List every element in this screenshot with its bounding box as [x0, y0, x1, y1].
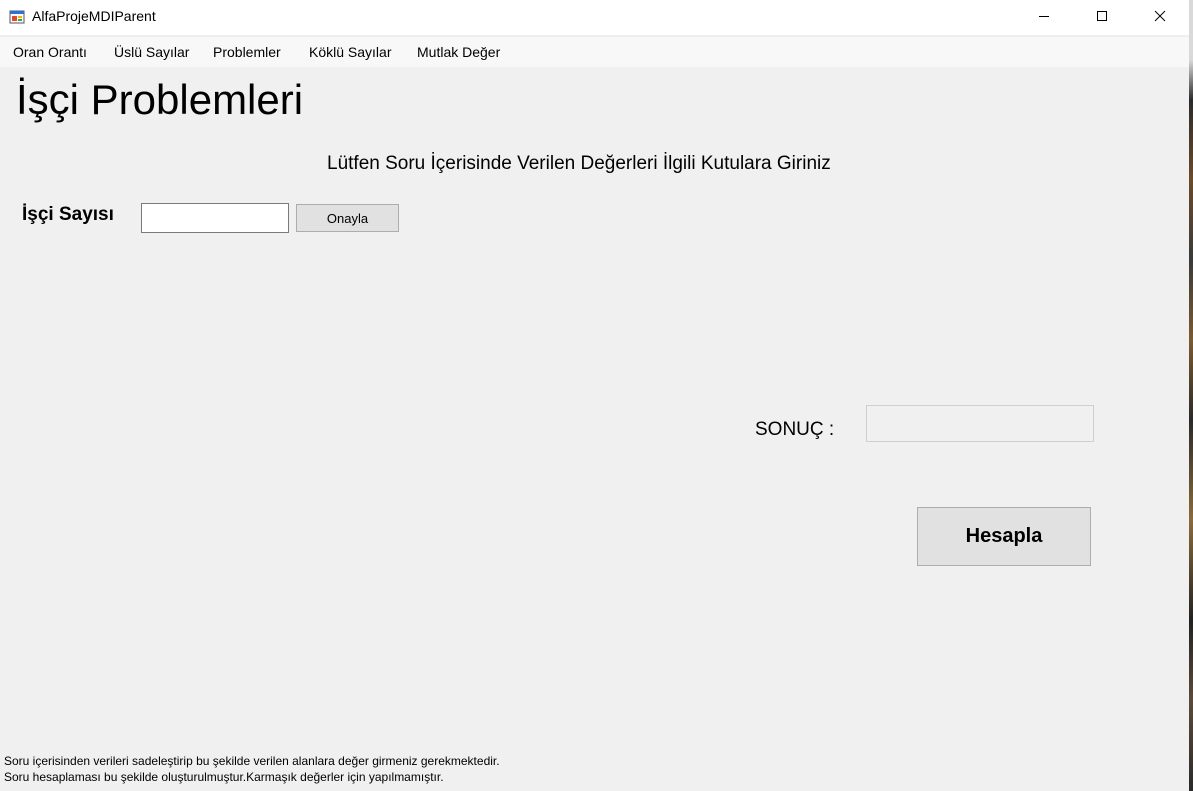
- onayla-button[interactable]: Onayla: [296, 204, 399, 232]
- desktop-background-edge: [1189, 0, 1193, 791]
- footnote-line-2: Soru hesaplaması bu şekilde oluşturulmuş…: [4, 770, 444, 784]
- menu-item-koklu-sayilar[interactable]: Köklü Sayılar: [309, 44, 391, 60]
- menu-bar: Oran Orantı Üslü Sayılar Problemler Kökl…: [0, 36, 1189, 67]
- menu-item-mutlak-deger[interactable]: Mutlak Değer: [417, 44, 500, 60]
- sonuc-field: [866, 405, 1094, 442]
- menu-item-oran-oranti[interactable]: Oran Orantı: [13, 44, 87, 60]
- mdi-parent-window: AlfaProjeMDIParent Oran Orantı Üslü Sayı…: [0, 0, 1189, 791]
- footnote-line-1: Soru içerisinden verileri sadeleştirip b…: [4, 754, 500, 768]
- isci-sayisi-input[interactable]: [141, 203, 289, 233]
- minimize-button[interactable]: [1015, 0, 1073, 35]
- minimize-icon: [1038, 9, 1050, 27]
- instruction-text: Lütfen Soru İçerisinde Verilen Değerleri…: [327, 153, 831, 174]
- close-icon: [1154, 9, 1166, 27]
- maximize-button[interactable]: [1073, 0, 1131, 35]
- menu-item-problemler[interactable]: Problemler: [213, 44, 281, 60]
- title-bar[interactable]: AlfaProjeMDIParent: [0, 0, 1189, 35]
- sonuc-label: SONUÇ :: [755, 419, 835, 440]
- close-button[interactable]: [1131, 0, 1189, 35]
- app-icon: [9, 9, 25, 25]
- window-title: AlfaProjeMDIParent: [32, 8, 156, 24]
- isci-sayisi-label: İşçi Sayısı: [22, 204, 114, 225]
- page-title: İşçi Problemleri: [16, 76, 304, 123]
- menu-item-uslu-sayilar[interactable]: Üslü Sayılar: [114, 44, 189, 60]
- hesapla-button[interactable]: Hesapla: [917, 507, 1091, 566]
- maximize-icon: [1096, 9, 1108, 27]
